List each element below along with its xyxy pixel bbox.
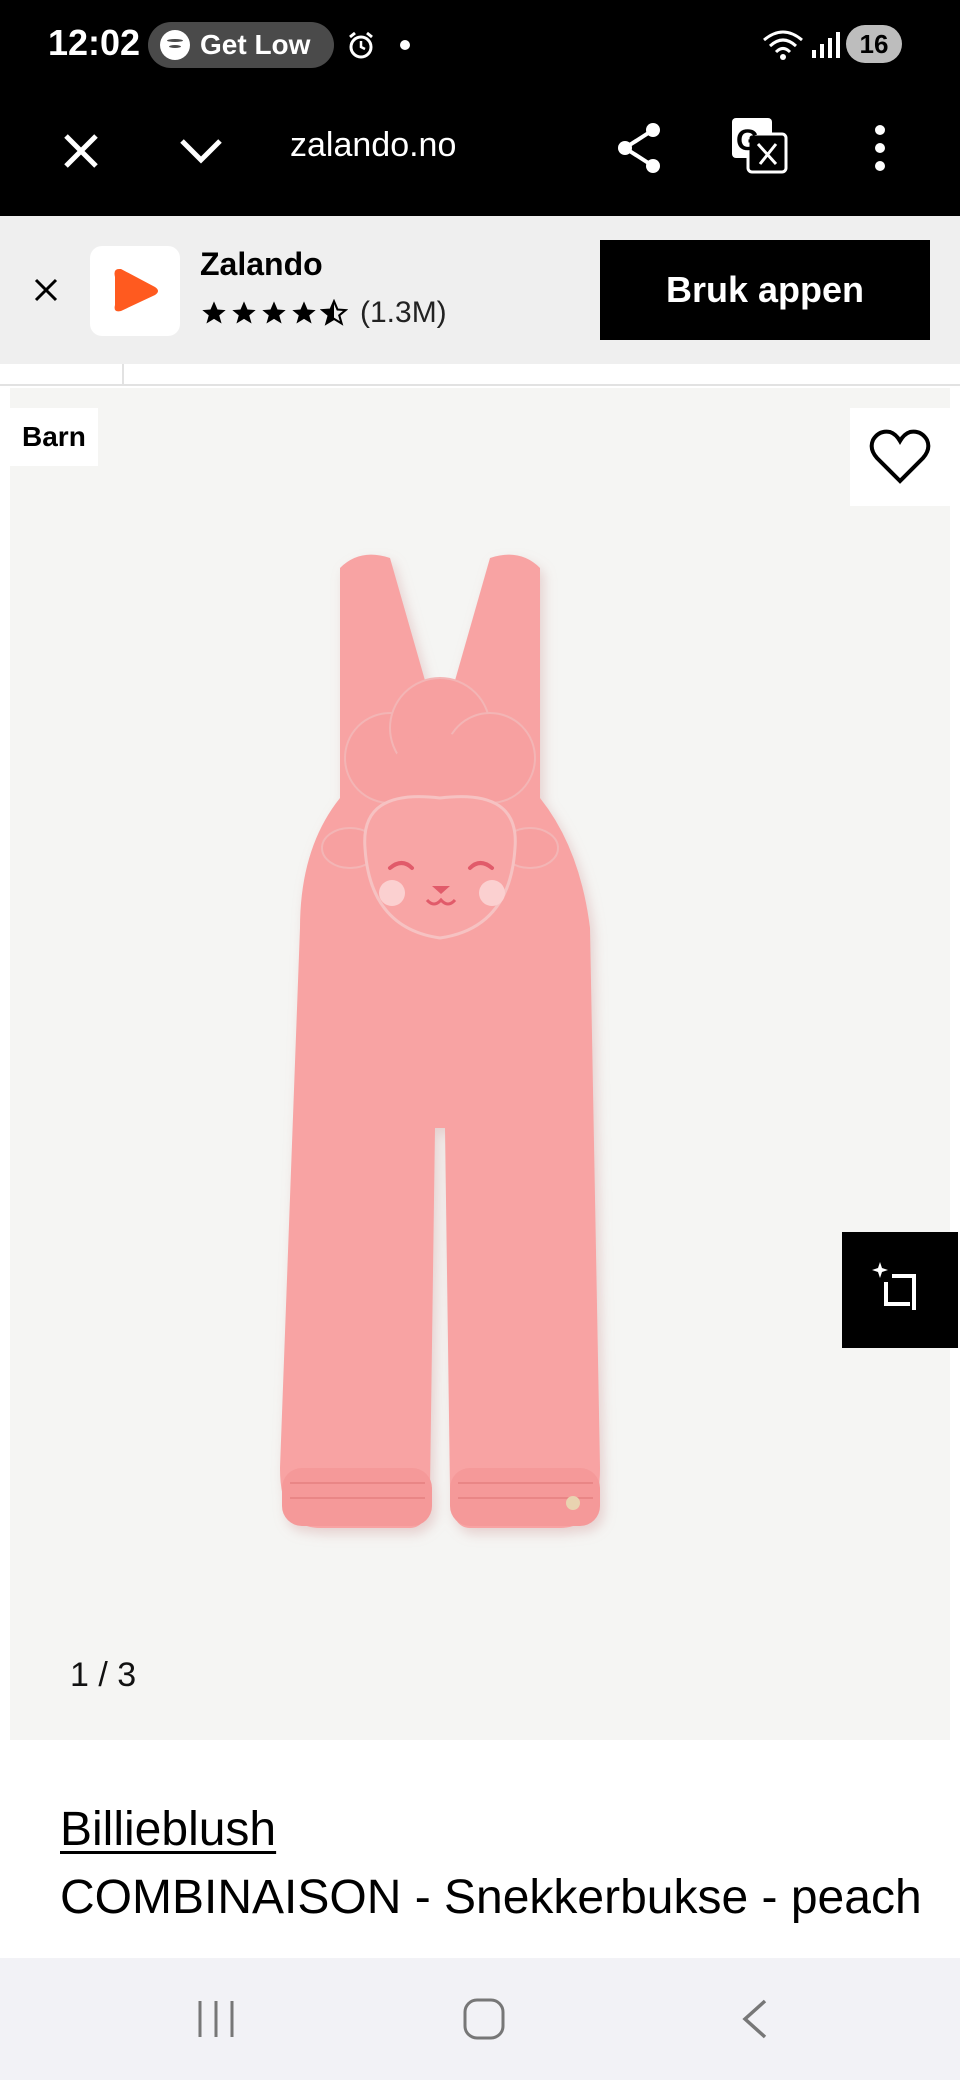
zalando-logo (90, 246, 180, 336)
heart-icon (869, 429, 931, 484)
svg-text:G: G (736, 124, 759, 157)
app-name: Zalando (200, 246, 323, 282)
battery-badge: 16 (846, 25, 902, 63)
translate-icon[interactable]: G (728, 114, 790, 176)
app-install-banner: Zalando (1.3M) Bruk appen (0, 216, 960, 364)
close-banner-icon[interactable] (30, 274, 62, 306)
url-text[interactable]: zalando.no (290, 126, 456, 165)
android-nav-bar (0, 1958, 960, 2080)
recent-apps-icon[interactable] (186, 1994, 246, 2044)
alarm-icon (349, 31, 373, 59)
share-icon[interactable] (612, 118, 668, 178)
media-title: Get Low (200, 29, 311, 60)
wifi-icon (763, 30, 803, 60)
star-icon (202, 301, 226, 324)
media-playing-pill[interactable]: Get Low (148, 22, 335, 68)
spotify-icon (160, 30, 190, 60)
wishlist-button[interactable] (850, 408, 950, 506)
product-info: Billieblush COMBINAISON - Snekkerbukse -… (0, 1740, 960, 1958)
star-icon (292, 301, 316, 324)
rating-count: (1.3M) (360, 296, 447, 329)
visual-search-button[interactable] (842, 1232, 958, 1348)
brand-link[interactable]: Billieblush (60, 1802, 276, 1857)
close-tab-icon[interactable] (56, 126, 106, 176)
use-app-button[interactable]: Bruk appen (600, 240, 930, 340)
status-time: 12:02 (48, 22, 141, 63)
product-image-gallery[interactable]: Barn (10, 388, 958, 1740)
chevron-down-icon[interactable] (176, 126, 226, 176)
star-icon (232, 301, 256, 324)
more-options-icon[interactable] (860, 118, 900, 178)
status-bar: 12:02 Get Low 16 (0, 0, 960, 90)
back-icon[interactable] (724, 1994, 784, 2044)
image-counter: 1 / 3 (70, 1656, 137, 1694)
product-image-overalls (280, 554, 600, 1528)
product-name: COMBINAISON - Snekkerbukse - peach (60, 1871, 922, 1924)
star-icon (262, 301, 286, 324)
tab-divider (122, 364, 124, 386)
crop-sparkle-icon (872, 1262, 916, 1310)
home-icon[interactable] (454, 1994, 514, 2044)
signal-icon (812, 32, 840, 58)
notification-dot-icon (400, 40, 410, 50)
category-badge: Barn (10, 408, 98, 466)
tab-strip (0, 364, 960, 386)
browser-toolbar: zalando.no G (0, 90, 960, 216)
half-star-icon (320, 299, 348, 326)
app-rating: (1.3M) (200, 296, 447, 330)
